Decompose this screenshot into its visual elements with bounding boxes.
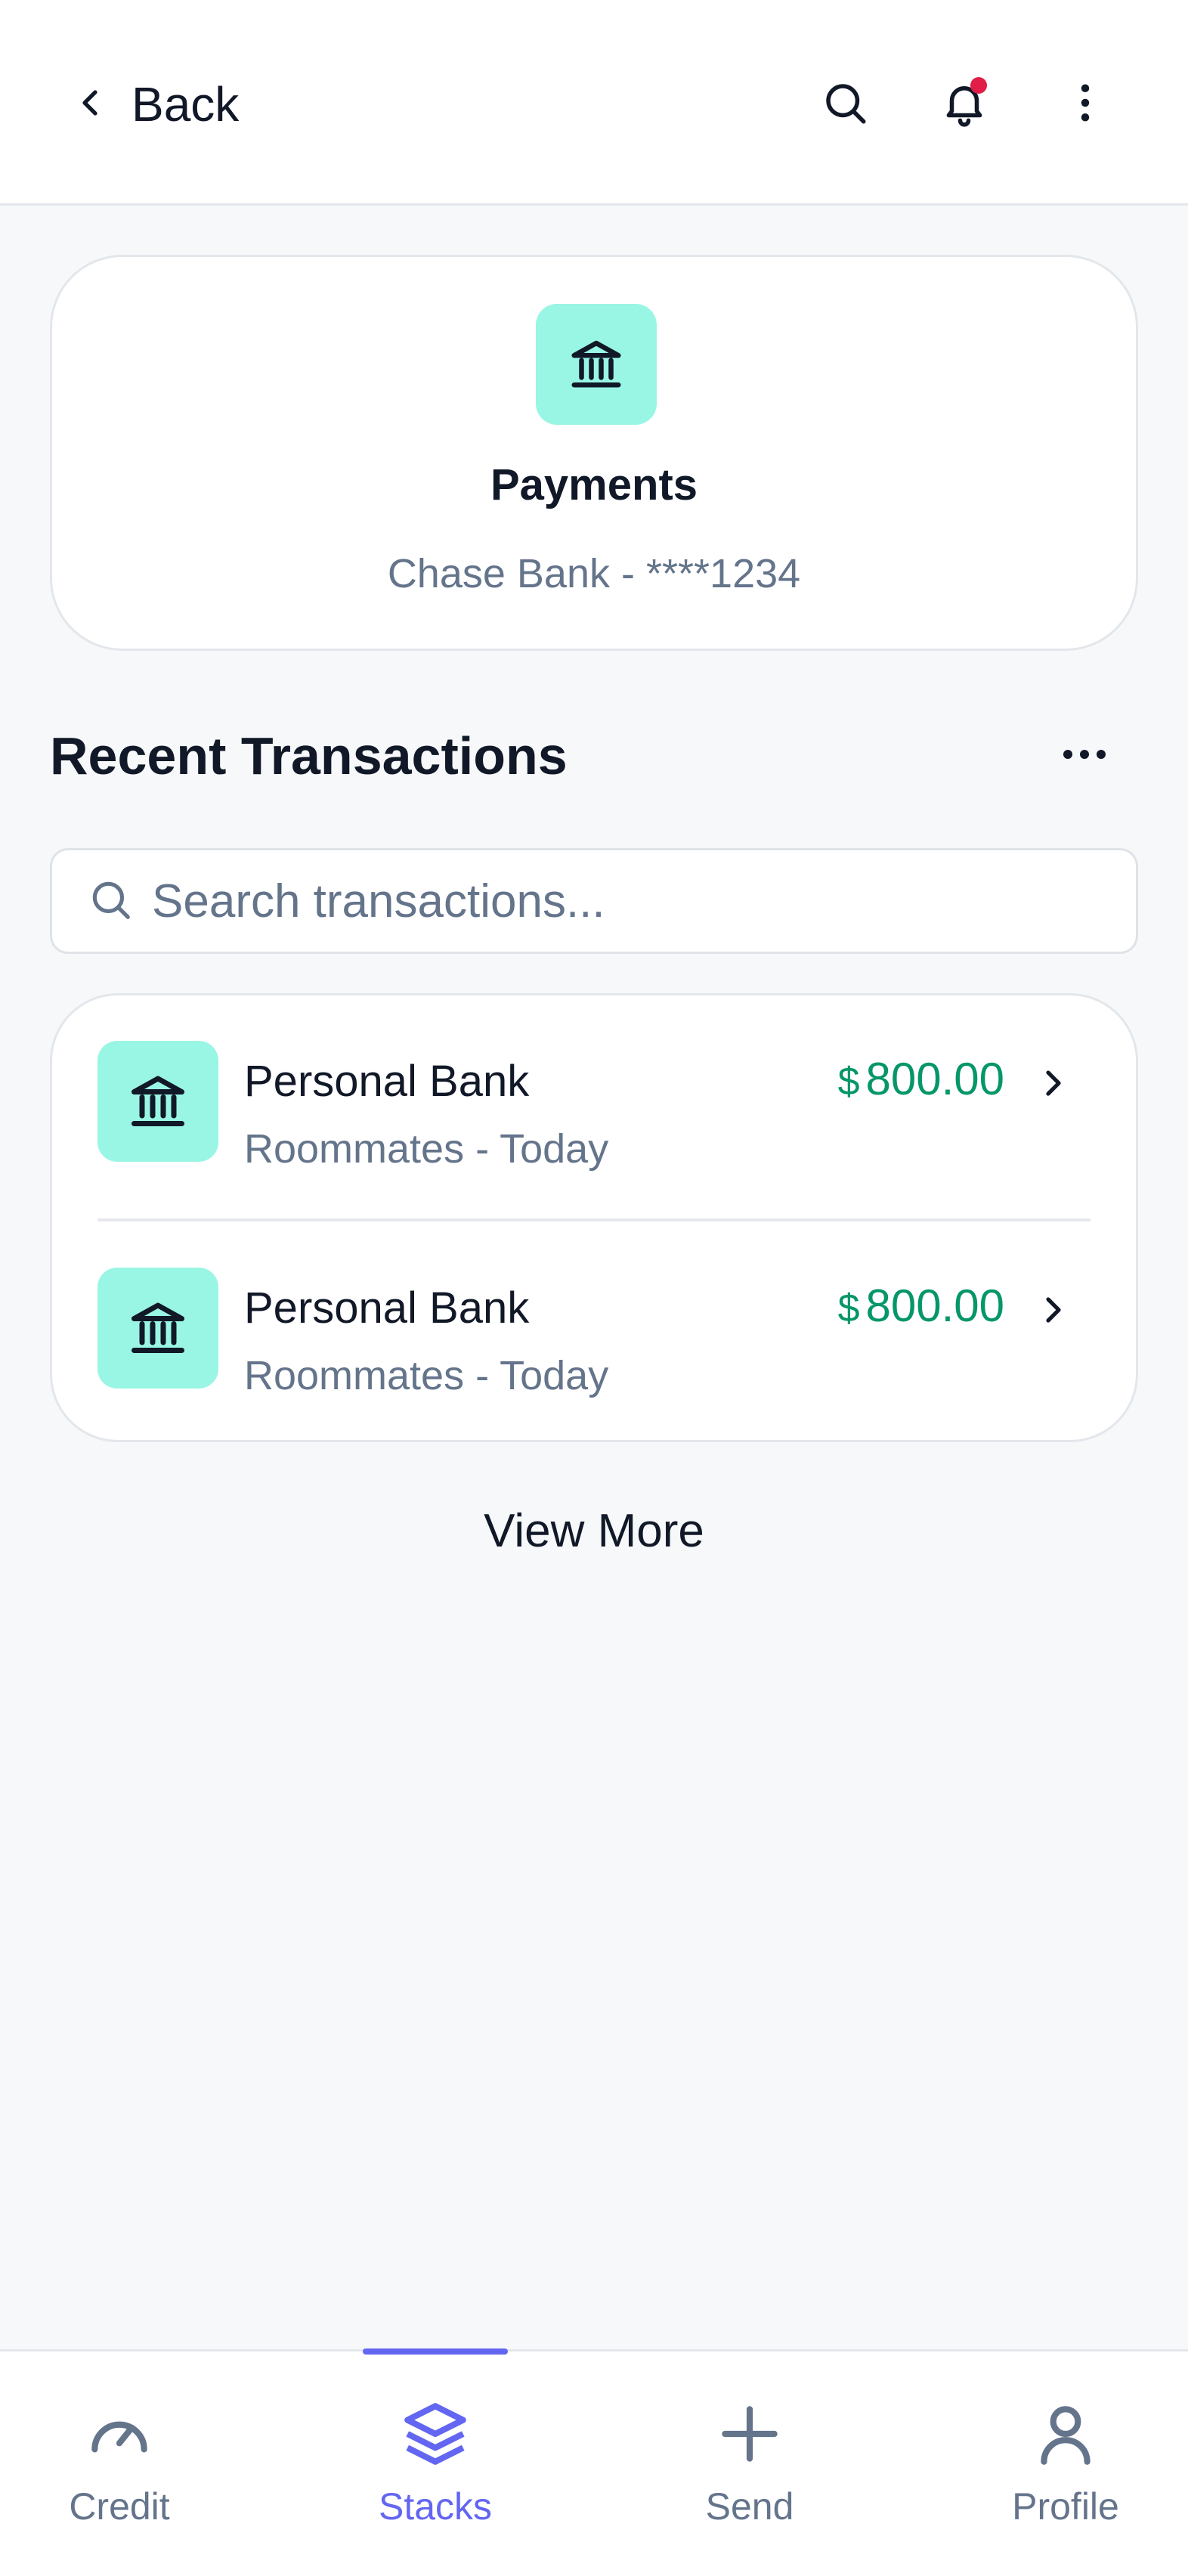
transaction-amount: $ 800.00 [838, 1053, 1004, 1105]
account-card: Payments Chase Bank - ****1234 [50, 255, 1138, 651]
transaction-meta: Roommates - Today [244, 1353, 609, 1398]
search-icon [87, 876, 134, 927]
view-more-button[interactable]: View More [0, 1504, 1188, 1558]
nav-item-stacks[interactable]: Stacks [322, 2397, 549, 2548]
transaction-name: Personal Bank [244, 1057, 530, 1106]
row-divider [97, 1218, 1091, 1221]
bottom-navigation: Credit Stacks Send Profile [0, 2348, 1188, 2576]
transaction-meta: Roommates - Today [244, 1126, 609, 1172]
more-options-button[interactable] [1049, 68, 1121, 141]
transactions-list: Personal Bank Roommates - Today $ 800.00… [50, 993, 1138, 1442]
section-more-button[interactable] [1050, 729, 1118, 782]
active-tab-indicator [363, 2348, 508, 2355]
nav-item-send[interactable]: Send [636, 2397, 863, 2548]
gauge-icon [6, 2397, 233, 2471]
transaction-row[interactable]: Personal Bank Roommates - Today $ 800.00 [52, 995, 1136, 1222]
layers-icon [322, 2397, 549, 2471]
bank-icon [567, 333, 626, 396]
notification-dot [970, 77, 987, 94]
account-title: Payments [490, 460, 698, 509]
app-screen: Back Payments Chase Bank - ****1234 Rece… [0, 0, 1188, 2576]
plus-icon [636, 2397, 863, 2471]
user-icon [952, 2397, 1179, 2471]
nav-item-credit[interactable]: Credit [6, 2397, 233, 2548]
chevron-right-icon [1035, 1292, 1071, 1328]
amount-value: 800.00 [865, 1280, 1004, 1331]
currency-symbol: $ [837, 1060, 860, 1104]
account-subtitle: Chase Bank - ****1234 [387, 551, 801, 596]
transaction-row[interactable]: Personal Bank Roommates - Today $ 800.00 [52, 1222, 1136, 1440]
nav-label: Profile [1012, 2485, 1119, 2528]
search-icon [820, 78, 870, 132]
search-field[interactable] [50, 848, 1138, 954]
more-vertical-icon [1060, 78, 1110, 132]
amount-value: 800.00 [865, 1054, 1004, 1104]
transaction-amount: $ 800.00 [838, 1280, 1004, 1332]
currency-symbol: $ [837, 1286, 860, 1330]
transaction-name: Personal Bank [244, 1283, 530, 1333]
bank-icon [126, 1068, 190, 1135]
transaction-icon-tile [97, 1268, 218, 1389]
chevron-right-icon [1035, 1065, 1071, 1101]
transaction-icon-tile [97, 1041, 218, 1162]
section-title: Recent Transactions [50, 726, 568, 785]
back-button[interactable]: Back [73, 70, 239, 139]
nav-label: Send [705, 2485, 794, 2528]
more-horizontal-icon [1062, 747, 1107, 766]
notifications-button[interactable] [928, 68, 1001, 141]
nav-label: Stacks [378, 2485, 493, 2528]
search-button[interactable] [809, 68, 881, 141]
bank-icon [126, 1295, 190, 1362]
nav-label: Credit [69, 2485, 170, 2528]
nav-item-profile[interactable]: Profile [952, 2397, 1179, 2548]
search-input[interactable] [152, 874, 1097, 928]
chevron-left-icon [73, 85, 109, 125]
back-label: Back [131, 77, 240, 132]
account-icon-tile [536, 304, 657, 425]
top-header: Back [0, 0, 1188, 206]
